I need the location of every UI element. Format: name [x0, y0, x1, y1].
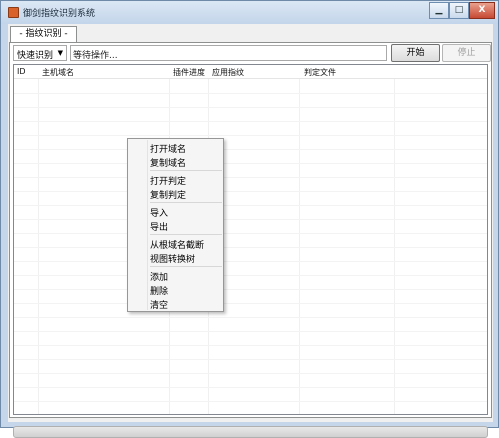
menu-separator [150, 266, 222, 267]
row-grid-line [14, 191, 487, 192]
maximize-button[interactable]: □ [449, 2, 469, 19]
row-grid-line [14, 289, 487, 290]
row-grid-line [14, 107, 487, 108]
col-id[interactable]: ID [17, 67, 26, 76]
window-title: 御剑指纹识别系统 [23, 9, 96, 19]
col-file[interactable]: 判定文件 [304, 67, 336, 78]
mode-select[interactable]: 快速识别 ▼ [13, 45, 67, 61]
row-grid-line [14, 317, 487, 318]
menu-open-judge[interactable]: 打开判定 [150, 174, 186, 187]
status-field: 等待操作... [70, 45, 387, 61]
row-grid-line [14, 247, 487, 248]
col-host[interactable]: 主机域名 [42, 67, 74, 78]
context-menu: 打开域名 复制域名 打开判定 复制判定 导入 导出 从根域名截断 视图转换树 添… [127, 138, 224, 312]
close-button[interactable]: X [469, 2, 495, 19]
menu-open-domain[interactable]: 打开域名 [150, 142, 186, 155]
start-button[interactable]: 开始 [391, 44, 440, 62]
menu-separator [150, 170, 222, 171]
row-grid-line [14, 303, 487, 304]
results-table[interactable]: ID 主机域名 插件进度 应用指纹 判定文件 [13, 64, 488, 415]
menu-separator [150, 234, 222, 235]
tab-panel: 快速识别 ▼ 等待操作... 开始 停止 ID 主机域名 插件进度 应用指纹 判… [9, 42, 492, 438]
table-header: ID 主机域名 插件进度 应用指纹 判定文件 [14, 65, 487, 79]
row-grid-line [14, 401, 487, 402]
tab-fingerprint[interactable]: - 指纹识别 - [10, 26, 77, 43]
menu-separator [150, 202, 222, 203]
col-fingerprint[interactable]: 应用指纹 [212, 67, 244, 78]
title-bar[interactable]: 御剑指纹识别系统 ▁ □ X [1, 1, 498, 24]
row-grid-line [14, 233, 487, 234]
row-grid-line [14, 275, 487, 276]
row-grid-line [14, 387, 487, 388]
row-grid-line [14, 261, 487, 262]
row-grid-line [14, 93, 487, 94]
client-area: - 指纹识别 - 快速识别 ▼ 等待操作... 开始 停止 ID 主机域名 插件… [8, 24, 493, 438]
menu-copy-judge[interactable]: 复制判定 [150, 188, 186, 201]
row-grid-line [14, 359, 487, 360]
row-grid-line [14, 177, 487, 178]
status-text: 等待操作... [73, 51, 118, 61]
row-grid-line [14, 373, 487, 374]
minimize-button[interactable]: ▁ [429, 2, 449, 19]
menu-export[interactable]: 导出 [150, 220, 168, 233]
stop-button[interactable]: 停止 [442, 44, 491, 62]
row-grid-line [14, 121, 487, 122]
menu-copy-domain[interactable]: 复制域名 [150, 156, 186, 169]
row-grid-line [14, 205, 487, 206]
row-grid-line [14, 331, 487, 332]
col-progress[interactable]: 插件进度 [173, 67, 205, 78]
menu-delete[interactable]: 删除 [150, 284, 168, 297]
main-window: 御剑指纹识别系统 ▁ □ X - 指纹识别 - 快速识别 ▼ 等待操作... 开… [0, 0, 499, 438]
menu-add[interactable]: 添加 [150, 270, 168, 283]
app-icon [8, 7, 19, 18]
menu-icon-strip [147, 140, 148, 310]
menu-truncate-root[interactable]: 从根域名截断 [150, 238, 204, 251]
menu-clear[interactable]: 清空 [150, 298, 168, 311]
menu-import[interactable]: 导入 [150, 206, 168, 219]
menu-tree-view[interactable]: 视图转换树 [150, 252, 195, 265]
chevron-down-icon: ▼ [57, 49, 63, 57]
row-grid-line [14, 219, 487, 220]
mode-select-value: 快速识别 [17, 51, 54, 61]
row-grid-line [14, 149, 487, 150]
row-grid-line [14, 345, 487, 346]
row-grid-line [14, 135, 487, 136]
row-grid-line [14, 163, 487, 164]
